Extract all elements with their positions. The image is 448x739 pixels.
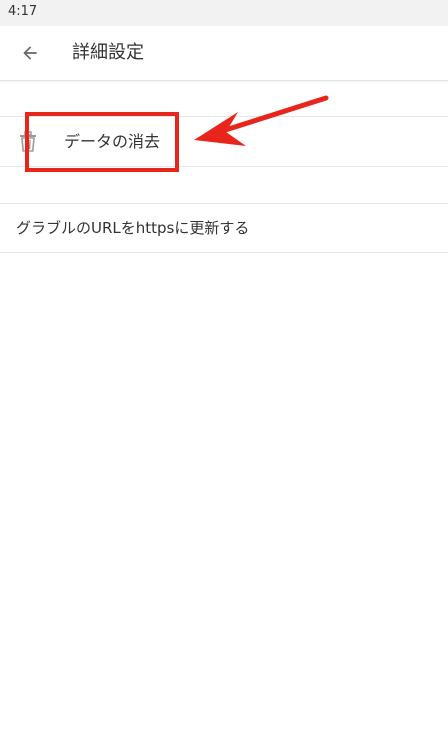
back-button[interactable] <box>12 35 48 71</box>
divider <box>0 252 448 253</box>
clear-data-label: データの消去 <box>64 132 161 151</box>
arrow-back-icon <box>23 46 37 60</box>
update-https-label: グラブルのURLをhttpsに更新する <box>16 219 250 237</box>
page-title: 詳細設定 <box>72 42 144 63</box>
app-bar: 詳細設定 <box>0 26 448 81</box>
update-https-item[interactable]: グラブルのURLをhttpsに更新する <box>0 204 448 252</box>
settings-screen: 4:17 詳細設定 データの消去 グラブルのURLをhttpsに更新する <box>0 0 448 739</box>
status-time: 4:17 <box>8 4 38 19</box>
divider <box>0 166 448 167</box>
clear-data-item[interactable]: データの消去 <box>0 118 448 166</box>
divider <box>0 116 448 117</box>
trash-icon <box>20 131 36 152</box>
status-bar: 4:17 <box>0 0 448 26</box>
